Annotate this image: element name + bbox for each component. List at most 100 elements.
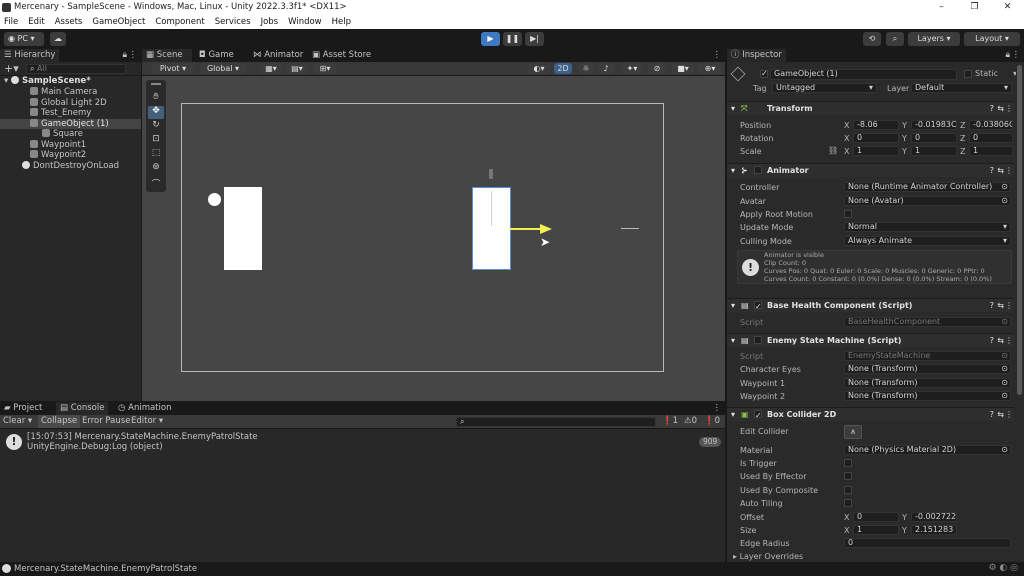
rect-tool-icon[interactable]: ⬚ bbox=[148, 148, 164, 161]
preset-icon[interactable]: ⇆ bbox=[997, 334, 1004, 347]
cloud-button[interactable]: ☁ bbox=[50, 32, 66, 46]
culling-mode-dropdown[interactable]: Always Animate ▾ bbox=[844, 236, 1011, 246]
state-machine-enabled-checkbox[interactable] bbox=[754, 336, 762, 344]
preset-icon[interactable]: ⇆ bbox=[997, 299, 1004, 312]
eye-circle-sprite[interactable] bbox=[208, 193, 221, 206]
link-icon[interactable]: ⛓︎ bbox=[828, 146, 838, 155]
static-checkbox[interactable] bbox=[964, 70, 972, 78]
base-health-header[interactable]: ▾ ▤ ✓ Base Health Component (Script) ? ⇆… bbox=[727, 298, 1014, 312]
lighting-toggle[interactable]: ☼ bbox=[578, 63, 594, 74]
animator-header[interactable]: ▾ ⊱ Animator ? ⇆ ⋮ bbox=[727, 163, 1014, 177]
scale-y-field[interactable]: 1 bbox=[911, 146, 957, 156]
layer-overrides-foldout[interactable]: ▸ Layer Overrides bbox=[733, 552, 803, 561]
waypoint1-field[interactable]: None (Transform) ⊙ bbox=[844, 378, 1011, 388]
is-trigger-checkbox[interactable] bbox=[844, 459, 852, 467]
hierarchy-item-waypoint1[interactable]: Waypoint1 bbox=[30, 139, 86, 151]
object-name-field[interactable]: GameObject (1) bbox=[770, 69, 957, 80]
tab-console[interactable]: ▤ Console bbox=[56, 402, 109, 415]
menu-component[interactable]: Component bbox=[155, 15, 204, 29]
hierarchy-item-global-light[interactable]: Global Light 2D bbox=[30, 97, 107, 109]
box-collider-enabled-checkbox[interactable]: ✓ bbox=[754, 410, 762, 420]
preset-icon[interactable]: ⇆ bbox=[997, 164, 1004, 177]
scrollbar-thumb[interactable] bbox=[1017, 65, 1022, 395]
rotation-y-field[interactable]: 0 bbox=[911, 133, 957, 143]
position-x-field[interactable]: -8.06 bbox=[853, 120, 899, 130]
component-menu-icon[interactable]: ⋮ bbox=[1005, 164, 1013, 177]
menu-assets[interactable]: Assets bbox=[55, 15, 83, 29]
controller-field[interactable]: None (Runtime Animator Controller) ⊙ bbox=[844, 182, 1011, 192]
scale-tool-icon[interactable]: ⊡ bbox=[148, 134, 164, 147]
kebab-menu-icon[interactable]: ⋮ bbox=[713, 402, 722, 415]
box-collider-header[interactable]: ▾ ▣ ✓ Box Collider 2D ? ⇆ ⋮ bbox=[727, 407, 1014, 421]
tab-scene[interactable]: ▦ Scene bbox=[142, 49, 192, 62]
layer-dropdown[interactable]: Default ▾ bbox=[911, 83, 1012, 93]
pivot-dropdown[interactable]: Pivot ▾ bbox=[152, 63, 194, 74]
layers-dropdown[interactable]: Layers ▾ bbox=[908, 32, 960, 46]
platform-dropdown[interactable]: ◉ PC ▾ bbox=[4, 32, 44, 46]
rotation-x-field[interactable]: 0 bbox=[853, 133, 899, 143]
warning-count-toggle[interactable]: ⚠0 bbox=[684, 416, 697, 426]
arrow-head-icon[interactable] bbox=[540, 224, 552, 234]
help-icon[interactable]: ? bbox=[990, 299, 994, 312]
layout-dropdown[interactable]: Layout ▾ bbox=[964, 32, 1020, 46]
component-menu-icon[interactable]: ⋮ bbox=[1005, 102, 1013, 115]
console-search-input[interactable]: ⌕ bbox=[456, 417, 656, 427]
error-count-toggle[interactable]: ❗0 bbox=[704, 416, 720, 426]
effects-toggle[interactable]: ✦▾ bbox=[622, 63, 642, 74]
move-gizmo-x-axis[interactable] bbox=[510, 228, 540, 230]
preset-icon[interactable]: ⇆ bbox=[997, 408, 1004, 421]
menu-file[interactable]: File bbox=[4, 15, 18, 29]
tab-animation[interactable]: ◷ Animation bbox=[114, 402, 175, 415]
mode-2d-toggle[interactable]: 2D bbox=[554, 63, 572, 74]
selected-square-sprite[interactable] bbox=[472, 187, 511, 270]
base-health-enabled-checkbox[interactable]: ✓ bbox=[754, 301, 762, 311]
menu-help[interactable]: Help bbox=[332, 15, 351, 29]
audio-toggle[interactable]: ♪ bbox=[598, 63, 614, 74]
waypoint2-field[interactable]: None (Transform) ⊙ bbox=[844, 391, 1011, 401]
lock-icon[interactable]: 🔒︎ bbox=[122, 49, 127, 62]
status-message[interactable]: Mercenary.StateMachine.EnemyPatrolState bbox=[14, 564, 197, 574]
shading-mode-button[interactable]: ◐▾ bbox=[528, 63, 550, 74]
tab-hierarchy[interactable]: ☰ Hierarchy bbox=[0, 49, 60, 62]
tab-asset-store[interactable]: ▣ Asset Store bbox=[308, 49, 375, 62]
menu-jobs[interactable]: Jobs bbox=[261, 15, 279, 29]
edge-radius-field[interactable]: 0 bbox=[844, 538, 1011, 548]
edit-collider-button[interactable]: ⩚ bbox=[844, 425, 862, 439]
tab-project[interactable]: ▰ Project bbox=[0, 402, 46, 415]
avatar-field[interactable]: None (Avatar) ⊙ bbox=[844, 196, 1011, 206]
tab-game[interactable]: ◘ Game bbox=[195, 49, 238, 62]
preset-icon[interactable]: ⇆ bbox=[997, 102, 1004, 115]
test-enemy-sprite[interactable] bbox=[224, 187, 262, 270]
camera-button[interactable]: ■▾ bbox=[672, 63, 694, 74]
kebab-menu-icon[interactable]: ⋮ bbox=[713, 49, 722, 62]
offset-x-field[interactable]: 0 bbox=[853, 512, 899, 522]
editor-dropdown[interactable]: Editor ▾ bbox=[131, 416, 163, 426]
minimize-button[interactable]: – bbox=[925, 0, 958, 15]
tab-animator[interactable]: ⋈ Animator bbox=[249, 49, 307, 62]
hierarchy-search-input[interactable]: ⌕ All bbox=[26, 64, 126, 74]
grid-plane-button[interactable]: ⊞▾ bbox=[314, 63, 336, 74]
scale-z-field[interactable]: 1 bbox=[969, 146, 1013, 156]
hierarchy-item-scene[interactable]: ▾ SampleScene* bbox=[4, 76, 141, 87]
transform-tool-icon[interactable]: ⊛ bbox=[148, 162, 164, 175]
inspector-scrollbar[interactable] bbox=[1016, 63, 1023, 562]
play-button[interactable]: ▶ bbox=[481, 32, 500, 46]
help-icon[interactable]: ? bbox=[990, 408, 994, 421]
lock-icon[interactable]: 🔒︎ bbox=[1005, 49, 1010, 62]
add-icon[interactable]: +▾ bbox=[4, 62, 19, 75]
size-x-field[interactable]: 1 bbox=[853, 525, 899, 535]
menu-window[interactable]: Window bbox=[288, 15, 322, 29]
global-dropdown[interactable]: Global ▾ bbox=[200, 63, 246, 74]
hierarchy-item-dontdestroyonload[interactable]: DontDestroyOnLoad bbox=[22, 160, 119, 172]
move-tool-icon[interactable]: ✥ bbox=[148, 106, 164, 119]
help-icon[interactable]: ? bbox=[990, 102, 994, 115]
rotation-z-field[interactable]: 0 bbox=[969, 133, 1013, 143]
scale-x-field[interactable]: 1 bbox=[853, 146, 899, 156]
hierarchy-item-gameobject-1[interactable]: GameObject (1) bbox=[0, 118, 141, 129]
material-field[interactable]: None (Physics Material 2D) ⊙ bbox=[844, 445, 1011, 455]
tab-inspector[interactable]: ⓘ Inspector bbox=[727, 49, 786, 62]
position-z-field[interactable]: -0.03806C bbox=[969, 120, 1013, 130]
close-button[interactable]: ✕ bbox=[991, 0, 1024, 15]
rotate-tool-icon[interactable]: ↻ bbox=[148, 120, 164, 133]
console-log-entry[interactable]: ! [15:07:53] Mercenary.StateMachine.Enem… bbox=[0, 431, 725, 453]
